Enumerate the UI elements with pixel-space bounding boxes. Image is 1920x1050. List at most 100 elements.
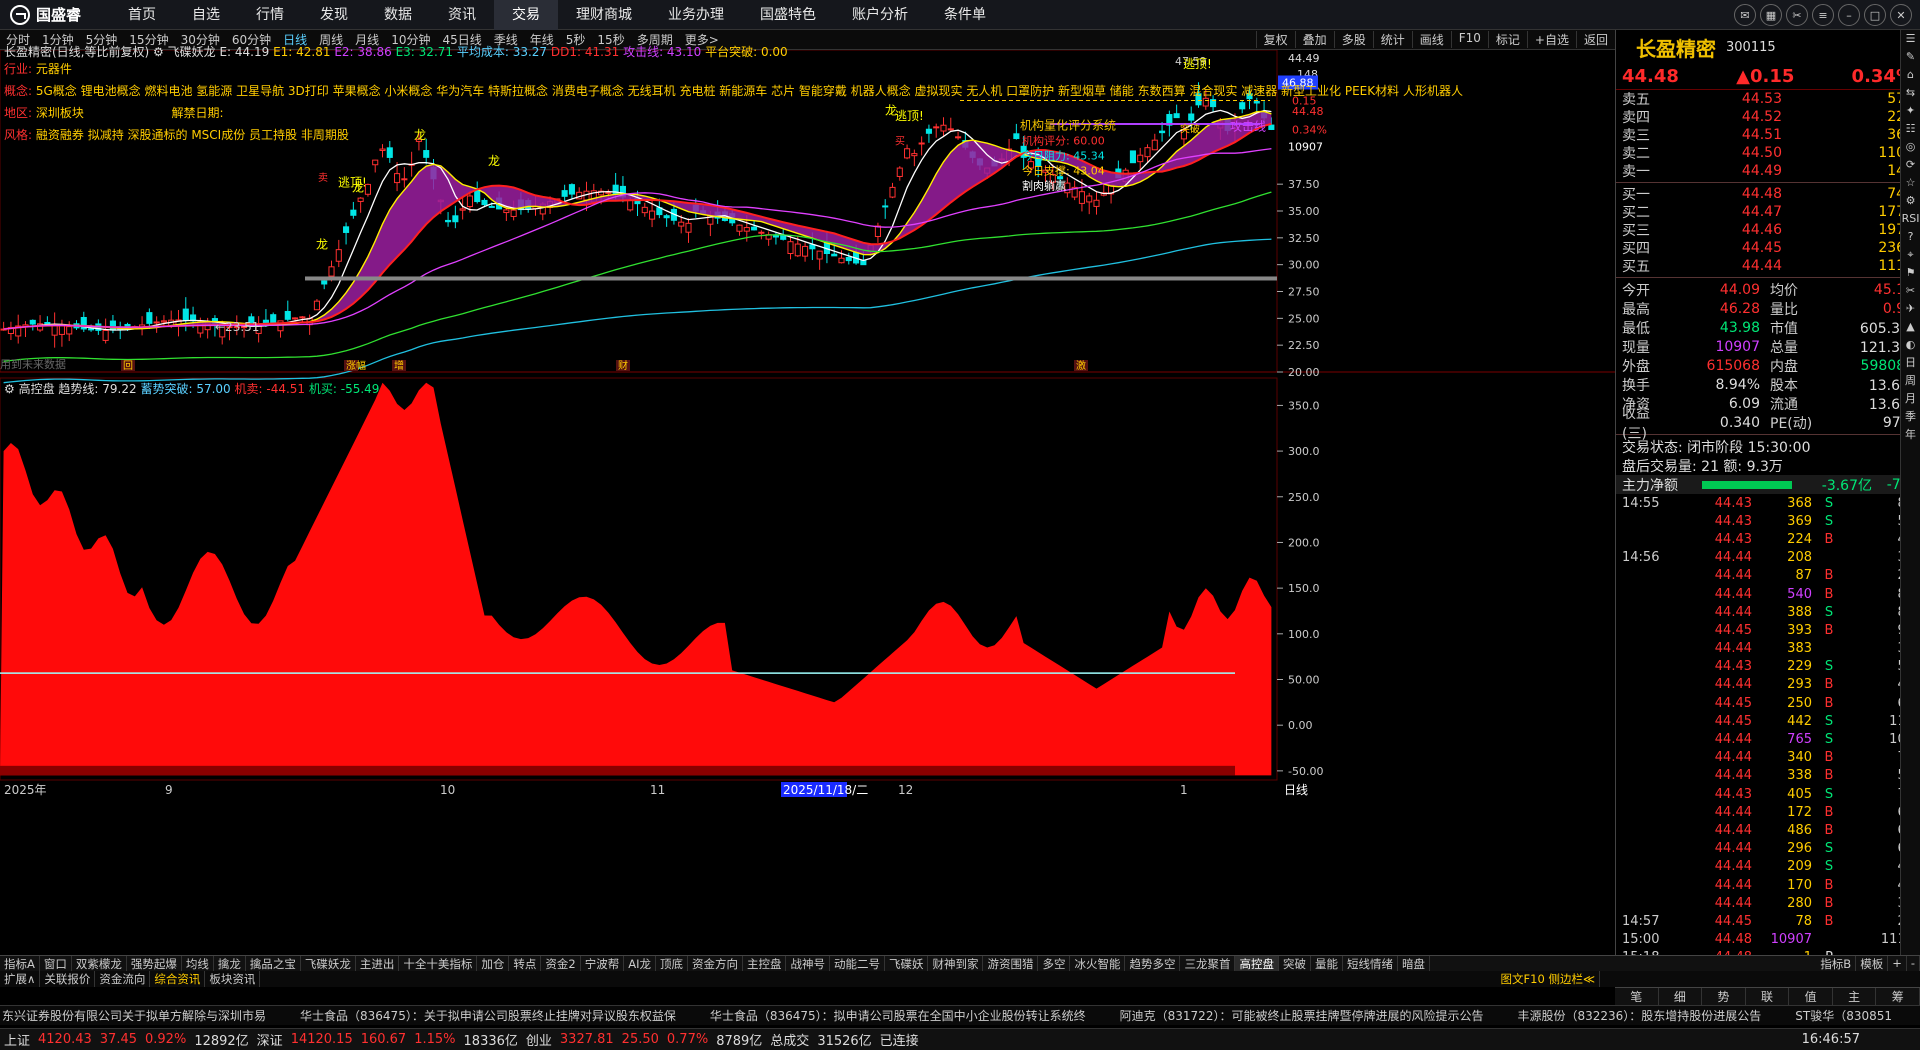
message-icon[interactable]: ✉: [1734, 4, 1756, 26]
orderbook-row[interactable]: 卖五 44.53573: [1616, 90, 1920, 108]
side-tool-icon[interactable]: 年: [1905, 426, 1916, 444]
indicator-tab[interactable]: 突破: [1279, 956, 1311, 971]
side-tool-icon[interactable]: ✎: [1906, 48, 1915, 66]
side-tool-icon[interactable]: RSI: [1902, 210, 1920, 228]
indicator-tab[interactable]: 强势起爆: [127, 956, 182, 971]
info-tab[interactable]: 资金流向: [95, 971, 151, 987]
main-net-row[interactable]: 主力净额 -3.67亿 -7%: [1616, 475, 1920, 494]
quote-tab[interactable]: 筹: [1876, 988, 1920, 1005]
menu-item[interactable]: 国盛特色: [742, 0, 834, 30]
side-tool-icon[interactable]: ✈: [1906, 300, 1915, 318]
indicator-tab[interactable]: 战神号: [786, 956, 830, 971]
toolbar-button[interactable]: +自选: [1526, 31, 1576, 48]
indicator-tab[interactable]: 高控盘: [1235, 956, 1279, 971]
news-item[interactable]: 丰源股份（832236）：股东增持股份进展公告: [1517, 1007, 1761, 1024]
menu-item[interactable]: 资讯: [430, 0, 494, 30]
indicator-tab[interactable]: 多空: [1038, 956, 1071, 971]
index-name[interactable]: 深证: [257, 1030, 283, 1049]
orderbook-row[interactable]: 卖二 44.50 1105: [1616, 144, 1920, 162]
news-item[interactable]: 阿迪克（831722）：可能被终止股票挂牌暨停牌进展的风险提示公告: [1120, 1007, 1484, 1024]
quote-tab[interactable]: 主: [1833, 988, 1877, 1005]
side-tool-icon[interactable]: ✦: [1906, 102, 1915, 120]
toolbar-button[interactable]: 返回: [1575, 31, 1615, 48]
indicator-tab[interactable]: 飞碟妖: [885, 956, 929, 971]
index-name[interactable]: 上证: [4, 1030, 30, 1049]
legend-indicator[interactable]: 飞碟妖龙: [168, 45, 216, 59]
indicator-tab-right[interactable]: 指标B: [1816, 956, 1857, 971]
toolbar-button[interactable]: 叠加: [1294, 31, 1334, 48]
indicator-tab-right[interactable]: 模板: [1856, 956, 1889, 971]
kline-chart[interactable]: 37.50 35.00 32.50 30.00 27.50 25.00 22.50 20.00…: [0, 49, 1615, 955]
indicator-tab-right[interactable]: -: [1907, 956, 1920, 971]
side-tool-icon[interactable]: ▲: [1906, 318, 1914, 336]
news-item[interactable]: ST骏华（830851: [1795, 1007, 1892, 1024]
menu-item[interactable]: 首页: [110, 0, 174, 30]
quote-tab[interactable]: 势: [1702, 988, 1746, 1005]
side-tool-icon[interactable]: ⚑: [1906, 264, 1916, 282]
indicator-tab[interactable]: 飞碟妖龙: [301, 956, 356, 971]
orderbook-row[interactable]: 买二 44.47 1779: [1616, 203, 1920, 221]
menu-icon[interactable]: ≡: [1812, 4, 1834, 26]
indicator-tab[interactable]: 三龙聚首: [1180, 956, 1236, 971]
menu-item[interactable]: 自选: [174, 0, 238, 30]
info-tab[interactable]: 综合资讯: [150, 971, 206, 987]
side-tool-icon[interactable]: ⇆: [1906, 84, 1915, 102]
menu-item[interactable]: 账户分析: [834, 0, 926, 30]
indicator-tab[interactable]: 资金2: [541, 956, 581, 971]
orderbook-row[interactable]: 买五 44.44 1111: [1616, 257, 1920, 275]
orderbook-row[interactable]: 卖四 44.52224: [1616, 108, 1920, 126]
maximize-icon[interactable]: □: [1864, 4, 1886, 26]
news-item[interactable]: 华士食品（836475）：关于拟申请公司股票终止挂牌对异议股东权益保: [300, 1007, 676, 1024]
orderbook-row[interactable]: 卖三 44.51362: [1616, 126, 1920, 144]
indicator-tab[interactable]: 趋势多空: [1125, 956, 1181, 971]
toolbar-button[interactable]: F10: [1450, 31, 1488, 48]
indicator-tab[interactable]: 加仓: [477, 956, 510, 971]
menu-item[interactable]: 数据: [366, 0, 430, 30]
indicator-tab[interactable]: AI龙: [624, 956, 656, 971]
sub-gear-icon[interactable]: ⚙: [4, 382, 19, 396]
indicator-tab[interactable]: 冰火智能: [1070, 956, 1126, 971]
indicator-tab[interactable]: 主控盘: [743, 956, 787, 971]
side-tool-icon[interactable]: ☆: [1906, 174, 1916, 192]
toolbar-button[interactable]: 画线: [1411, 31, 1451, 48]
gear-icon[interactable]: ⚙: [153, 45, 168, 59]
indicator-tab[interactable]: 指标A: [0, 956, 40, 971]
info-tab[interactable]: 板块资讯: [205, 971, 261, 987]
toolbar-button[interactable]: 多股: [1333, 31, 1373, 48]
orderbook-row[interactable]: 卖一 44.49148: [1616, 162, 1920, 180]
side-tool-icon[interactable]: 季: [1905, 408, 1916, 426]
side-tool-icon[interactable]: ⟳: [1906, 156, 1915, 174]
side-tool-icon[interactable]: 日: [1905, 354, 1916, 372]
toolbar-button[interactable]: 标记: [1487, 31, 1527, 48]
side-tool-icon[interactable]: ✂: [1906, 282, 1915, 300]
side-tool-icon[interactable]: 月: [1905, 390, 1916, 408]
side-tool-icon[interactable]: ?: [1908, 228, 1914, 246]
indicator-tab[interactable]: 游资围猎: [983, 956, 1039, 971]
indicator-tab[interactable]: 暗盘: [1398, 956, 1430, 971]
indicator-tab[interactable]: 擒品之宝: [246, 956, 301, 971]
side-tool-icon[interactable]: ☰: [1906, 30, 1916, 48]
f10-sidebar-toggle[interactable]: 图文F10 侧边栏≪: [1497, 971, 1600, 987]
quote-tab[interactable]: 联: [1746, 988, 1790, 1005]
news-item[interactable]: 东兴证券股份有限公司关于拟单方解除与深圳市易: [2, 1007, 266, 1024]
indicator-tab-right[interactable]: +: [1888, 956, 1907, 971]
indicator-tab[interactable]: 双紫檬龙: [72, 956, 127, 971]
menu-item[interactable]: 交易: [494, 0, 558, 30]
side-tool-icon[interactable]: ⌂: [1907, 66, 1914, 84]
quote-tab[interactable]: 细: [1659, 988, 1703, 1005]
indicator-tab[interactable]: 均线: [182, 956, 214, 971]
quote-tab[interactable]: 值: [1789, 988, 1833, 1005]
orderbook-row[interactable]: 买三 44.46 1979: [1616, 221, 1920, 239]
brand-logo[interactable]: 国盛睿: [0, 0, 110, 30]
menu-item[interactable]: 发现: [302, 0, 366, 30]
indicator-tab[interactable]: 动能二号: [830, 956, 885, 971]
side-tool-icon[interactable]: 周: [1905, 372, 1916, 390]
toolbar-button[interactable]: 复权: [1255, 31, 1295, 48]
indicator-tab[interactable]: 擒龙: [214, 956, 246, 971]
sub-name[interactable]: 高控盘: [19, 382, 55, 396]
side-tool-icon[interactable]: ◐: [1906, 336, 1916, 354]
grid-icon[interactable]: ▦: [1760, 4, 1782, 26]
tick-list[interactable]: 14:5544.43368S8544.43369S5944.43224B4814…: [1616, 494, 1920, 985]
indicator-tab[interactable]: 短线情绪: [1343, 956, 1398, 971]
side-tool-icon[interactable]: ◎: [1906, 138, 1916, 156]
